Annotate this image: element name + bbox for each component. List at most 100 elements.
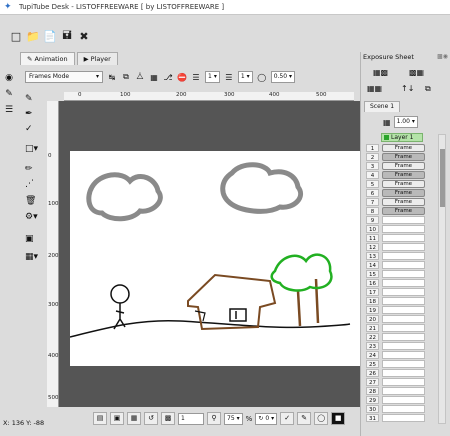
copy-icon[interactable]: ⧉	[121, 72, 131, 82]
frames-mode-select[interactable]: Frames Mode ▾	[25, 71, 103, 83]
color-palette-icon[interactable]: ◉	[3, 72, 15, 84]
table-row: 5 Frame	[366, 180, 426, 189]
save-icon[interactable]: 📄	[43, 29, 57, 43]
flip-icon[interactable]: ⎇	[163, 73, 173, 82]
frame-cell[interactable]	[382, 414, 425, 422]
frame-cell[interactable]	[382, 324, 425, 332]
frame-cell[interactable]	[382, 351, 425, 359]
scrollbar-thumb[interactable]	[440, 149, 445, 207]
frame-cell[interactable]	[382, 342, 425, 350]
frame-cell[interactable]	[382, 243, 425, 251]
frame-cell[interactable]	[382, 360, 425, 368]
frame-cell[interactable]	[382, 234, 425, 242]
frame-cell[interactable]	[382, 297, 425, 305]
frame-cell[interactable]	[382, 225, 425, 233]
layer-visibility-icon[interactable]	[384, 135, 389, 140]
frame-cell[interactable]	[382, 378, 425, 386]
frame-cell[interactable]: Frame	[382, 189, 425, 197]
tab-animation[interactable]: ✎ Animation	[20, 52, 75, 65]
previous-frames-stepper[interactable]: 1 ▾	[205, 71, 220, 83]
fill-color-icon[interactable]: ■	[331, 412, 346, 425]
rotate-icon[interactable]: ↺	[144, 412, 158, 425]
frame-cell[interactable]	[382, 396, 425, 404]
frame-cell[interactable]	[382, 270, 425, 278]
frame-cell[interactable]	[382, 387, 425, 395]
frame-cell[interactable]	[382, 306, 425, 314]
table-row: 29	[366, 396, 426, 405]
grid-icon[interactable]: ▦	[127, 412, 141, 425]
pencil-icon: ✎	[27, 55, 33, 63]
new-project-icon[interactable]: □	[9, 29, 23, 43]
move-layer-up-icon[interactable]: ↑↓	[401, 84, 414, 93]
drawing-canvas[interactable]	[69, 151, 360, 366]
frame-cell[interactable]: Frame	[382, 162, 425, 170]
frame-cell[interactable]	[382, 405, 425, 413]
ink-tool-icon[interactable]: ✒	[25, 107, 43, 121]
brush-icon[interactable]: ✎	[3, 88, 15, 100]
delete-icon[interactable]: ⛔	[177, 73, 187, 82]
rotation-select[interactable]: ↻ 0 ▾	[255, 412, 278, 425]
camera-tool-icon[interactable]: ▣	[25, 232, 43, 246]
paste-icon[interactable]: ⧊	[135, 72, 145, 82]
tool-box: ✎ ✒ ✓ □▾ ✏ ⋰ 🗑 ⚙▾ ▣ ▦▾	[20, 92, 46, 272]
frame-cell[interactable]	[382, 252, 425, 260]
frame-cell[interactable]	[382, 333, 425, 341]
tab-scene-1[interactable]: Scene 1	[364, 101, 401, 112]
pen-color-icon[interactable]: ✎	[297, 412, 312, 425]
close-project-icon[interactable]: ✖	[77, 29, 91, 43]
frame-cell[interactable]: Frame	[382, 171, 425, 179]
check-icon[interactable]: ✓	[280, 412, 295, 425]
frame-number: 5	[366, 180, 379, 188]
frame-cell[interactable]: Frame	[382, 180, 425, 188]
frame-cell[interactable]	[382, 369, 425, 377]
frame-cell[interactable]	[382, 315, 425, 323]
shear-icon[interactable]: ↹	[107, 73, 117, 82]
frame-cell[interactable]: Frame	[382, 207, 425, 215]
frame-number: 12	[366, 243, 379, 251]
opacity-stepper[interactable]: 0.50 ▾	[270, 71, 296, 83]
frame-cell[interactable]	[382, 279, 425, 287]
settings-tool-icon[interactable]: ⚙▾	[25, 210, 43, 224]
table-row: 22	[366, 333, 426, 342]
library-icon[interactable]: ☰	[3, 104, 15, 116]
frame-cell[interactable]	[382, 261, 425, 269]
exposure-scrollbar[interactable]	[438, 134, 446, 424]
house-window	[229, 308, 247, 322]
frame-number: 28	[366, 387, 379, 395]
remove-scene-icon[interactable]: ▩▦	[409, 68, 424, 77]
fullscreen-icon[interactable]: ▤	[93, 412, 107, 425]
fps-stepper[interactable]: 1.00 ▾	[393, 116, 418, 128]
fill-tool-icon[interactable]: ✏	[25, 162, 43, 176]
copy-layer-icon[interactable]: ⧉	[425, 84, 431, 94]
frame-icon[interactable]: ▩	[161, 412, 175, 425]
frame-number: 1	[366, 144, 379, 152]
frame-number: 27	[366, 378, 379, 386]
pencil-tool-icon[interactable]: ✎	[25, 92, 43, 106]
safe-area-icon[interactable]: ▣	[110, 412, 124, 425]
insert-scene-icon[interactable]: ▦▩	[373, 68, 388, 77]
frame-number: 25	[366, 360, 379, 368]
frame-cell[interactable]	[382, 288, 425, 296]
tab-player[interactable]: ▶ Player	[76, 52, 118, 65]
open-folder-icon[interactable]: 📁	[26, 29, 40, 43]
frame-cell[interactable]	[382, 216, 425, 224]
frame-cell[interactable]: Frame	[382, 198, 425, 206]
layer-header[interactable]: Layer 1	[381, 133, 423, 142]
next-frames-stepper[interactable]: 1 ▾	[237, 71, 253, 83]
frame-number-input[interactable]: 1	[178, 412, 204, 425]
exposure-sheet-title: Exposure Sheet	[363, 53, 414, 61]
frame-cell[interactable]: Frame	[382, 144, 425, 152]
frame-number: 7	[366, 198, 379, 206]
zoom-select[interactable]: 75 ▾	[224, 412, 243, 425]
insert-layer-icon[interactable]: ▦▦	[367, 84, 382, 93]
trash-tool-icon[interactable]: 🗑	[25, 194, 43, 208]
group-icon[interactable]: ▦	[149, 73, 159, 82]
frame-cell[interactable]: Frame	[382, 153, 425, 161]
rectangle-tool-icon[interactable]: □▾	[25, 142, 43, 156]
polyline-tool-icon[interactable]: ✓	[25, 122, 43, 136]
panel-controls-icon[interactable]: ▩◉	[437, 53, 448, 60]
export-tool-icon[interactable]: ▦▾	[25, 250, 43, 264]
save-as-icon[interactable]: 🖬	[60, 29, 74, 43]
circle-icon[interactable]: ◯	[314, 412, 329, 425]
eraser-tool-icon[interactable]: ⋰	[25, 177, 43, 191]
